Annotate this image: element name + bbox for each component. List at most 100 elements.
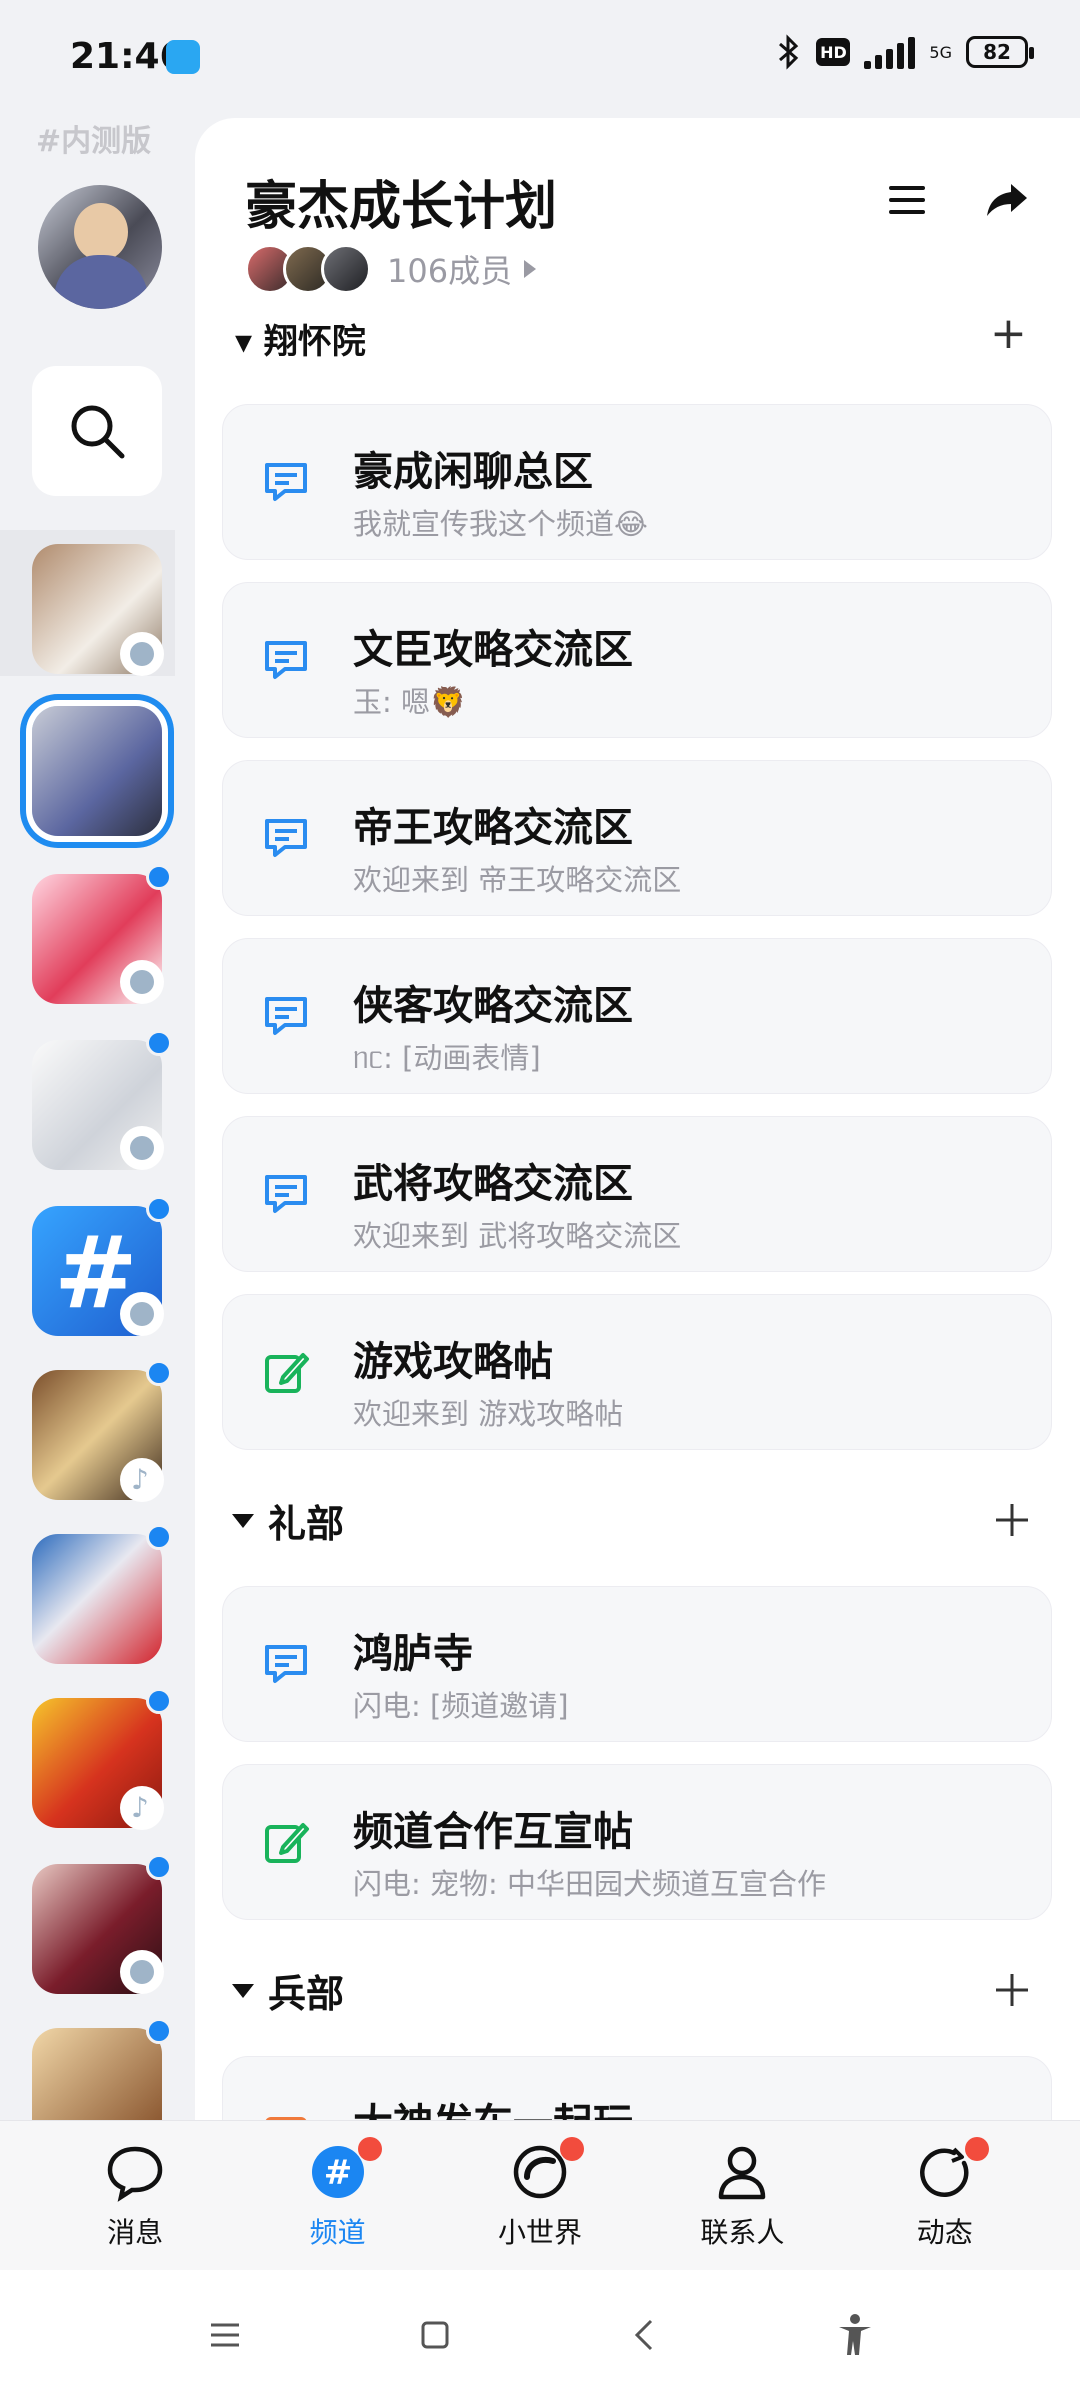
battery-icon: 82 — [966, 36, 1034, 68]
network-type: 5G — [929, 42, 952, 62]
member-avatar — [321, 244, 371, 294]
unread-dot — [146, 1360, 172, 1386]
member-count: 106成员 — [387, 252, 513, 290]
card-subtitle: 玉: 嗯🦁 — [353, 685, 467, 719]
channel-card[interactable]: 鸿胪寺 闪电: [频道邀请] — [222, 1586, 1052, 1742]
contacts-icon — [719, 2146, 766, 2199]
chat-icon — [265, 641, 307, 679]
member-row[interactable]: 106成员 — [245, 244, 537, 294]
unread-dot — [146, 1030, 172, 1056]
menu-icon[interactable] — [885, 178, 929, 222]
channel-card[interactable]: 武将攻略交流区 欢迎来到 武将攻略交流区 — [222, 1116, 1052, 1272]
card-subtitle: 欢迎来到 游戏攻略帖 — [353, 1397, 624, 1431]
home-icon[interactable] — [411, 2311, 459, 2359]
beta-tag: #内测版 — [36, 124, 152, 159]
rail-channel-active[interactable] — [32, 706, 162, 836]
system-navigation-bar — [0, 2270, 1080, 2400]
tab-messages[interactable]: 消息 — [55, 2141, 215, 2251]
post-icon — [265, 1823, 309, 1863]
unread-dot — [146, 2018, 172, 2044]
tab-label: 动态 — [916, 2215, 973, 2249]
collapse-arrow-icon — [232, 1983, 254, 1998]
badge-dot — [559, 2136, 584, 2161]
channel-card[interactable]: 文臣攻略交流区 玉: 嗯🦁 — [222, 582, 1052, 738]
back-icon[interactable] — [621, 2311, 669, 2359]
section-header[interactable]: 礼部 — [232, 1493, 344, 1548]
add-icon[interactable] — [990, 1968, 1034, 2012]
user-avatar[interactable] — [38, 185, 162, 309]
voice-indicator-icon — [120, 1126, 164, 1170]
channel-panel: 豪杰成长计划 106成员 ▾ 翔怀院 + 豪成闲聊总区 我就宣传我这个频道😂 文… — [195, 118, 1080, 2120]
section-header[interactable]: 兵部 — [232, 1963, 344, 2018]
cloud-notification-icon — [166, 40, 200, 74]
voice-indicator-icon — [120, 1292, 164, 1336]
channel-title: 豪杰成长计划 — [245, 177, 558, 237]
unread-dot — [146, 1196, 172, 1222]
bottom-tab-bar: 消息 # 频道 小世界 联系人 动态 — [0, 2120, 1080, 2270]
search-button[interactable] — [32, 366, 162, 496]
chat-icon — [265, 1645, 307, 1683]
music-indicator-icon — [120, 1458, 164, 1502]
badge-dot — [964, 2136, 989, 2161]
card-subtitle: 我就宣传我这个频道😂 — [353, 507, 648, 541]
status-bar: 21:46 HD 5G 82 — [0, 0, 1080, 118]
chat-icon — [265, 997, 307, 1035]
hd-icon: HD — [816, 38, 851, 66]
tab-contacts[interactable]: 联系人 — [662, 2141, 822, 2251]
channel-card-partial[interactable]: 大神发车一起玩 — [222, 2056, 1052, 2120]
section-label: 兵部 — [268, 1972, 345, 2016]
rail-channel-10[interactable] — [32, 2028, 162, 2120]
channel-card[interactable]: 频道合作互宣帖 闪电: 宠物: 中华田园犬频道互宣合作 — [222, 1764, 1052, 1920]
section-label: 翔怀院 — [263, 322, 366, 362]
card-subtitle: 闪电: [频道邀请] — [353, 1689, 569, 1723]
channel-card[interactable]: 帝王攻略交流区 欢迎来到 帝王攻略交流区 — [222, 760, 1052, 916]
tab-label: 频道 — [309, 2215, 366, 2249]
unread-dot — [146, 1524, 172, 1550]
add-icon[interactable] — [990, 1498, 1034, 1542]
recent-apps-icon[interactable] — [201, 2311, 249, 2359]
chevron-right-icon — [524, 260, 537, 278]
chat-icon — [265, 1175, 307, 1213]
svg-text:#: # — [323, 2153, 352, 2193]
card-title: 游戏攻略帖 — [353, 1339, 553, 1385]
card-title: 大神发车一起玩 — [353, 2091, 633, 2120]
card-subtitle: 欢迎来到 帝王攻略交流区 — [353, 863, 682, 897]
message-icon — [107, 2146, 163, 2202]
rail-channel-7[interactable] — [32, 1534, 162, 1664]
share-icon[interactable] — [983, 174, 1031, 222]
channel-card[interactable]: 豪成闲聊总区 我就宣传我这个频道😂 — [222, 404, 1052, 560]
card-title: 帝王攻略交流区 — [353, 805, 633, 851]
tab-label: 消息 — [107, 2215, 164, 2249]
tab-feed[interactable]: 动态 — [865, 2136, 1025, 2251]
tab-label: 小世界 — [497, 2215, 582, 2249]
add-icon[interactable]: + — [990, 308, 1027, 359]
card-title: 频道合作互宣帖 — [353, 1809, 633, 1855]
card-subtitle: 闪电: 宠物: 中华田园犬频道互宣合作 — [353, 1867, 826, 1901]
voice-indicator-icon — [120, 632, 164, 676]
section-header-partial[interactable]: ▾ 翔怀院 — [235, 314, 366, 363]
card-title: 武将攻略交流区 — [353, 1161, 633, 1207]
music-indicator-icon — [120, 1786, 164, 1830]
tab-label: 联系人 — [700, 2215, 785, 2249]
card-subtitle: ᥒᥴ: [动画表情] — [353, 1041, 541, 1075]
section-label: 礼部 — [268, 1502, 345, 1546]
collapse-arrow-icon — [232, 1513, 254, 1528]
voice-indicator-icon — [120, 960, 164, 1004]
bluetooth-icon — [779, 34, 799, 70]
channel-card[interactable]: 游戏攻略帖 欢迎来到 游戏攻略帖 — [222, 1294, 1052, 1450]
card-title: 文臣攻略交流区 — [353, 627, 633, 673]
unread-dot — [146, 1854, 172, 1880]
chat-icon — [265, 819, 307, 857]
event-icon — [265, 2117, 307, 2120]
card-title: 侠客攻略交流区 — [353, 983, 633, 1029]
search-icon — [71, 405, 125, 459]
card-title: 豪成闲聊总区 — [353, 449, 593, 495]
channel-card[interactable]: 侠客攻略交流区 ᥒᥴ: [动画表情] — [222, 938, 1052, 1094]
accessibility-icon[interactable] — [831, 2311, 879, 2359]
tab-channels[interactable]: # 频道 — [258, 2136, 418, 2251]
status-indicators: HD 5G 82 — [774, 34, 1034, 70]
card-title: 鸿胪寺 — [353, 1631, 473, 1677]
unread-dot — [146, 864, 172, 890]
tab-small-world[interactable]: 小世界 — [460, 2136, 620, 2251]
badge-dot — [357, 2136, 382, 2161]
